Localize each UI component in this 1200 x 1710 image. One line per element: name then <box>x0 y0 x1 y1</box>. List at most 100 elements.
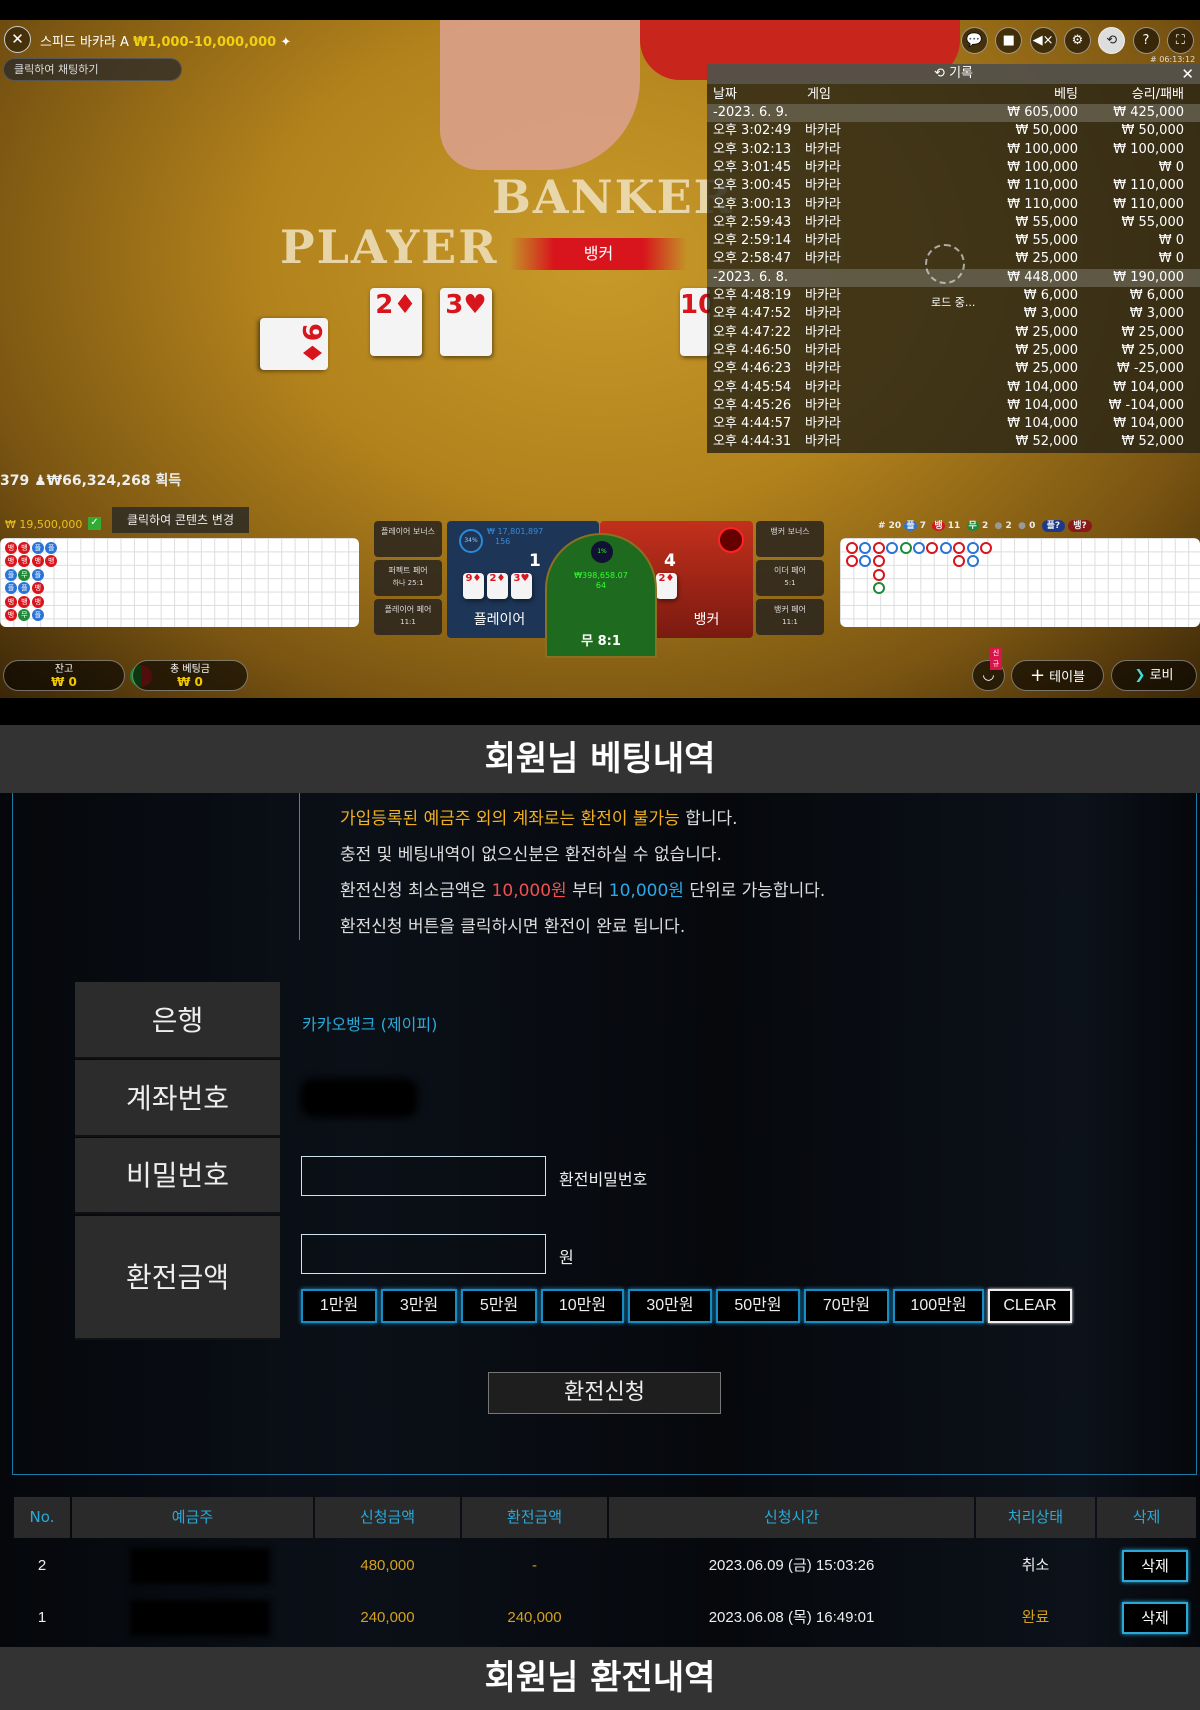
history-bet: ₩ 55,000 <box>1015 214 1078 230</box>
close-icon[interactable]: ✕ <box>4 26 31 53</box>
history-date: -2023. 6. 9. <box>713 105 788 120</box>
amount-input[interactable] <box>301 1234 546 1274</box>
side-bet-left-1[interactable]: 퍼펙트 페어 하나 25:1 <box>374 560 442 596</box>
player-ask-button[interactable]: 플? <box>1041 520 1066 532</box>
history-game: 바카라 <box>805 324 841 340</box>
column-header: 신청시간 <box>609 1497 974 1538</box>
history-bet: ₩ 100,000 <box>1007 141 1078 157</box>
plus-icon: + <box>1029 665 1046 686</box>
banker-score: 4 <box>664 551 676 571</box>
history-time: 오후 4:47:22 <box>713 324 792 340</box>
withdraw-history-banner: 회원님 환전내역 <box>0 1647 1200 1710</box>
big-road[interactable] <box>840 538 1200 627</box>
col-bet: 베팅 <box>1054 87 1078 102</box>
history-time: 오후 4:45:26 <box>713 397 792 413</box>
tie-percent: 1% <box>591 541 613 563</box>
clear-amount-button[interactable]: CLEAR <box>988 1289 1072 1323</box>
banker-stat: 11 <box>947 521 961 531</box>
table-banker-text: BANKER <box>492 170 734 224</box>
side-bet-odds: 하나 25:1 <box>392 579 424 587</box>
amount-button[interactable]: 3만원 <box>381 1289 457 1323</box>
history-title: 기록 <box>949 66 973 81</box>
submit-withdraw-button[interactable]: 환전신청 <box>488 1372 721 1414</box>
account-redacted <box>300 1078 418 1118</box>
cell-requested: 240,000 <box>360 1609 415 1626</box>
side-bet-right-2[interactable]: 뱅커 페어 11:1 <box>756 599 824 635</box>
bead-plate-road[interactable]: 뱅뱅플플뱅뱅뱅뱅무플뱅무플뱅플뱅뱅플플뱅 <box>0 538 359 627</box>
player-amount: ₩ 17,801,897 <box>487 527 544 536</box>
amount-button[interactable]: 50만원 <box>716 1289 800 1323</box>
notice-line-1: 가입등록된 예금주 외의 계좌로는 환전이 불가능 합니다. <box>340 804 738 829</box>
big-road-mark-T <box>872 582 885 595</box>
history-row: 오후 4:46:50 바카라 ₩ 25,000 ₩ 25,000 <box>707 342 1200 360</box>
chat-icon[interactable]: 💬 <box>961 27 988 54</box>
tie-bet-spot[interactable]: 1% ₩398,658.07 64 무 8:1 <box>545 533 657 658</box>
amount-button[interactable]: 30만원 <box>628 1289 712 1323</box>
amount-label: 환전금액 <box>75 1216 280 1340</box>
bead-P: 플 <box>5 568 17 581</box>
cell-no: 2 <box>37 1557 47 1574</box>
notice-rest: 합니다. <box>679 809 738 829</box>
amount-button[interactable]: 10만원 <box>541 1289 624 1323</box>
big-road-mark-P <box>939 542 952 554</box>
chat-input[interactable]: 클릭하여 채팅하기 <box>3 58 182 81</box>
big-road-mark-B <box>872 542 885 554</box>
big-road-mark-B <box>953 542 966 554</box>
side-bet-right-0[interactable]: 뱅커 보너스 <box>756 521 824 557</box>
history-bet: ₩ 25,000 <box>1015 342 1078 358</box>
amount-button[interactable]: 1만원 <box>301 1289 377 1323</box>
lobby-button[interactable]: ❯ 로비 <box>1111 660 1197 691</box>
pin-icon[interactable]: ✦ <box>280 35 291 50</box>
history-bet: ₩ 110,000 <box>1007 178 1078 194</box>
password-input[interactable] <box>301 1156 546 1196</box>
min-amount: 10,000원 <box>491 881 567 901</box>
side-bet-right-1[interactable]: 이더 페어 5:1 <box>756 560 824 596</box>
side-bet-name: 뱅커 페어 <box>774 605 806 614</box>
big-road-mark-P <box>966 555 979 568</box>
history-bet: ₩ 104,000 <box>1007 379 1078 395</box>
holder-redacted <box>130 1600 270 1636</box>
mute-icon[interactable]: ◀× <box>1029 27 1057 54</box>
history-bet: ₩ 605,000 <box>1007 105 1078 120</box>
bet-limits: ₩1,000-10,000,000 <box>133 35 277 50</box>
big-road-mark-P <box>913 542 925 554</box>
delete-button[interactable]: 삭제 <box>1122 1550 1188 1582</box>
amount-button[interactable]: 5만원 <box>461 1289 537 1323</box>
amount-button[interactable]: 70만원 <box>804 1289 889 1323</box>
history-bet: ₩ 100,000 <box>1007 159 1078 175</box>
side-bet-left-0[interactable]: 플레이어 보너스 <box>374 521 442 557</box>
t: 단위로 가능합니다. <box>683 881 826 901</box>
big-road-mark-B <box>926 542 939 554</box>
side-bet-left-2[interactable]: 플레이어 페어 11:1 <box>374 599 442 635</box>
tie-label: 무 8:1 <box>581 634 621 649</box>
check-icon[interactable]: ✓ <box>88 517 101 530</box>
history-bet: ₩ 104,000 <box>1007 416 1078 432</box>
big-road-mark-B <box>846 555 858 568</box>
history-result: ₩ 0 <box>1158 251 1184 267</box>
big-road-mark-B <box>980 542 992 554</box>
bead-P: 플 <box>31 609 44 621</box>
history-icon[interactable]: ⟲ <box>1098 27 1126 54</box>
delete-button[interactable]: 삭제 <box>1122 1602 1188 1634</box>
fullscreen-icon[interactable]: ⛶ <box>1166 27 1194 54</box>
add-table-button[interactable]: + 테이블 <box>1011 660 1104 691</box>
amount-button[interactable]: 100만원 <box>893 1289 984 1323</box>
big-road-mark-B <box>953 555 966 568</box>
close-history-icon[interactable]: ✕ <box>1181 64 1194 84</box>
banker-ask-button[interactable]: 뱅? <box>1068 520 1092 532</box>
bank-value: 카카오뱅크 (제이피) <box>302 1015 438 1034</box>
history-result: ₩ 110,000 <box>1113 178 1184 194</box>
history-bet: ₩ 6,000 <box>1023 288 1078 303</box>
loading-spinner-icon <box>925 244 965 284</box>
big-road-mark-B <box>846 542 858 554</box>
bank-label: 은행 <box>75 982 280 1059</box>
column-header: No. <box>14 1497 70 1538</box>
history-header: ⟲ 기록 ✕ <box>707 64 1200 84</box>
bead-T: 무 <box>18 568 31 581</box>
help-icon[interactable]: ? <box>1132 27 1160 54</box>
winners-line: 379 ♟₩66,324,268 획득 <box>0 473 182 489</box>
big-road-mark-P <box>966 542 979 554</box>
banker-pair-stat: 0 <box>1029 521 1036 531</box>
settings-icon[interactable]: ⚙ <box>1063 27 1091 54</box>
player-card-1: 9♦ <box>260 318 328 370</box>
